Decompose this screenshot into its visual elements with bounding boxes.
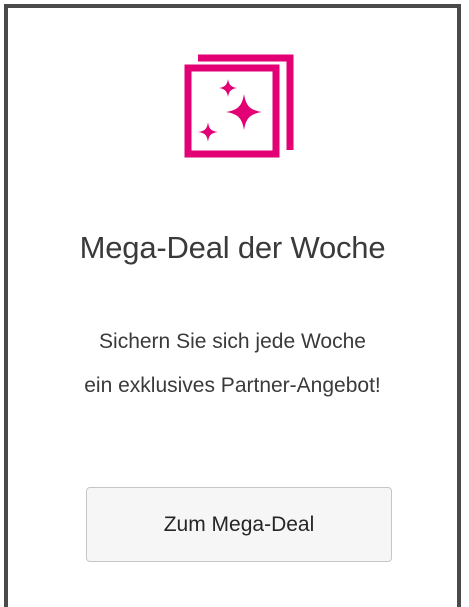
mega-deal-card: Mega-Deal der Woche Sichern Sie sich jed… (4, 4, 461, 607)
card-title: Mega-Deal der Woche (79, 230, 386, 265)
description-line: ein exklusives Partner-Angebot! (84, 374, 381, 397)
card-description: Sichern Sie sich jede Woche ein exklusiv… (8, 320, 457, 408)
description-line: Sichern Sie sich jede Woche (99, 330, 366, 353)
mega-deal-button[interactable]: Zum Mega-Deal (86, 487, 392, 562)
sparkles-stack-icon (184, 52, 296, 160)
